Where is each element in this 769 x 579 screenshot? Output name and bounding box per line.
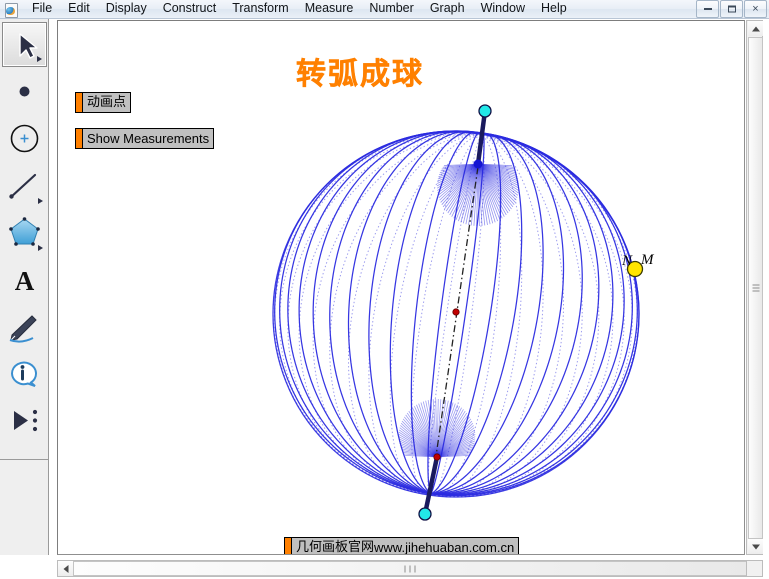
app-document-icon	[3, 2, 19, 18]
tool-palette: A	[0, 19, 49, 460]
sphere-center-point	[452, 308, 460, 316]
menu-edit[interactable]: Edit	[60, 0, 98, 19]
sphere-of-revolution-figure	[272, 104, 644, 521]
chevron-down-icon	[751, 544, 760, 549]
horizontal-scroll-thumb[interactable]	[73, 561, 747, 576]
scroll-up-button[interactable]	[748, 21, 763, 36]
window-controls: ×	[695, 0, 769, 19]
watermark-url-text: www.jihehuaban.com.cn	[374, 540, 515, 555]
watermark-button[interactable]: 几何画板官网 www.jihehuaban.com.cn	[284, 537, 520, 555]
menu-transform[interactable]: Transform	[224, 0, 297, 19]
menu-graph[interactable]: Graph	[422, 0, 473, 19]
scroll-thumb-grip	[752, 283, 759, 294]
watermark-label: 几何画板官网 www.jihehuaban.com.cn	[292, 538, 518, 555]
scroll-left-button[interactable]	[58, 561, 73, 576]
close-button[interactable]: ×	[744, 0, 767, 18]
straightedge-tool[interactable]	[2, 163, 47, 208]
menu-file[interactable]: File	[24, 0, 60, 19]
south-pole-point	[433, 453, 441, 461]
scrollbar-corner	[746, 560, 763, 577]
vertical-scrollbar[interactable]	[746, 20, 763, 555]
canvas-gutter	[50, 20, 57, 555]
menu-bar: File Edit Display Construct Transform Me…	[0, 0, 769, 19]
application-window: File Edit Display Construct Transform Me…	[0, 0, 769, 579]
polygon-tool[interactable]	[2, 210, 47, 255]
straightedge-tool-menu-icon[interactable]	[37, 198, 43, 204]
south-pole-handle-point	[418, 507, 432, 521]
svg-text:A: A	[14, 266, 34, 296]
south-pole-stem	[422, 454, 440, 517]
vertical-scroll-thumb[interactable]	[748, 37, 763, 539]
menu-display[interactable]: Display	[98, 0, 155, 19]
arrow-tool-menu-icon[interactable]	[36, 56, 42, 62]
text-tool[interactable]: A	[2, 257, 47, 302]
scroll-down-button[interactable]	[748, 539, 763, 554]
north-pole-handle-point	[478, 104, 492, 118]
window-bottom-strip	[0, 555, 57, 579]
custom-tool[interactable]	[2, 398, 47, 443]
minimize-button[interactable]	[696, 0, 719, 18]
menu-number[interactable]: Number	[361, 0, 421, 19]
menu-help[interactable]: Help	[533, 0, 575, 19]
menu-construct[interactable]: Construct	[155, 0, 225, 19]
scroll-thumb-grip	[403, 565, 418, 572]
information-tool[interactable]	[2, 351, 47, 396]
chevron-up-icon	[751, 26, 760, 31]
chevron-left-icon	[63, 564, 68, 573]
north-pole-point	[473, 159, 483, 169]
button-accent-bar	[285, 538, 292, 554]
polygon-tool-menu-icon[interactable]	[37, 245, 43, 251]
restore-button[interactable]	[720, 0, 743, 18]
arrow-select-tool[interactable]	[1, 22, 47, 67]
marker-tool[interactable]	[2, 304, 47, 349]
menu-measure[interactable]: Measure	[297, 0, 362, 19]
sketch-canvas[interactable]: 转弧成球 动画点 Show Measurements N M 几何画板官网 ww…	[57, 20, 745, 555]
watermark-cn-text: 几何画板官网	[296, 540, 375, 555]
horizontal-scrollbar[interactable]	[57, 560, 763, 577]
menu-window[interactable]: Window	[473, 0, 533, 19]
point-label-n: N	[622, 253, 633, 269]
close-icon: ×	[752, 3, 759, 15]
compass-tool[interactable]	[2, 116, 47, 161]
point-label-m: M	[641, 252, 654, 268]
point-tool[interactable]	[2, 69, 47, 114]
